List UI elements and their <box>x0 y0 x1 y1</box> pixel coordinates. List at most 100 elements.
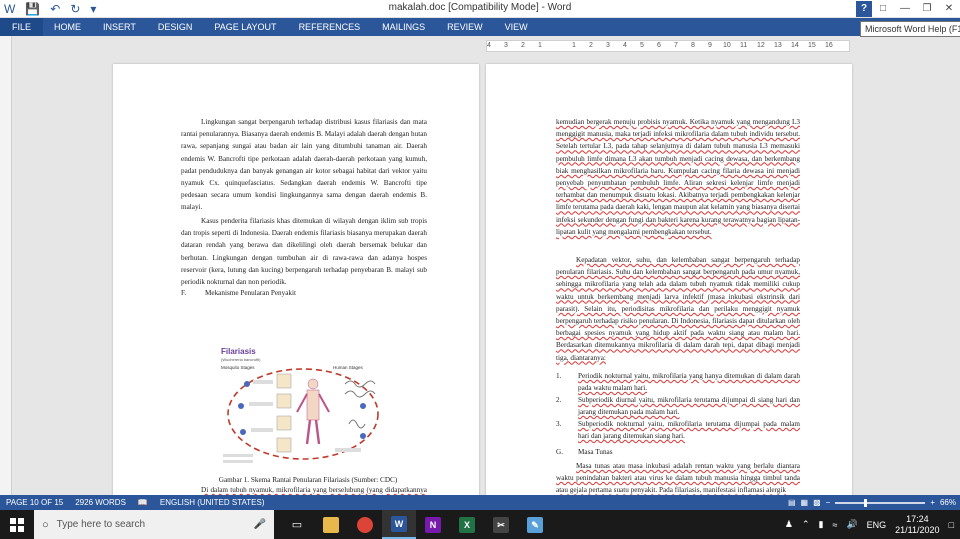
ruler-mark: 7 <box>674 42 678 49</box>
chrome-icon[interactable] <box>348 510 382 539</box>
paragraph-incubation[interactable]: Masa tunas atau masa inkubasi adalah ren… <box>556 460 800 495</box>
ribbon-tabs: FILE HOME INSERT DESIGN PAGE LAYOUT REFE… <box>0 18 960 36</box>
periodicity-list: 1. Periodik nokturnal yaitu, mikrofilari… <box>556 370 800 442</box>
tab-insert[interactable]: INSERT <box>92 18 147 36</box>
list-item-number: 1. <box>556 372 562 380</box>
paragraph-vector-density[interactable]: Kepadatan vektor, suhu, dan kelembaban s… <box>556 254 800 364</box>
ruler-mark: 6 <box>657 42 661 49</box>
tab-view[interactable]: VIEW <box>494 18 539 36</box>
page-right[interactable]: kemudian bergerak menuju probisis nyamuk… <box>486 64 852 495</box>
ruler-mark: 15 <box>808 42 816 49</box>
ruler-mark: 5 <box>640 42 644 49</box>
list-item[interactable]: 1. Periodik nokturnal yaitu, mikrofilari… <box>556 370 800 394</box>
paint-icon[interactable]: ✎ <box>518 510 552 539</box>
paragraph-infection[interactable]: kemudian bergerak menuju probisis nyamuk… <box>556 116 800 238</box>
tab-mailings[interactable]: MAILINGS <box>371 18 436 36</box>
section-letter-f: F. <box>181 289 187 297</box>
ribbon-display-icon[interactable]: □ <box>872 0 894 18</box>
people-icon[interactable]: ♟ <box>785 519 793 530</box>
print-layout-icon[interactable]: ▦ <box>801 498 809 507</box>
word-app-icon[interactable]: W <box>382 510 416 539</box>
tab-design[interactable]: DESIGN <box>147 18 204 36</box>
ruler-mark: 4 <box>487 42 491 49</box>
search-icon: ○ <box>42 518 49 531</box>
zoom-control: ▤ ▦ ▩ − + 66% <box>788 495 956 510</box>
read-mode-icon[interactable]: ▤ <box>788 498 796 507</box>
clock[interactable]: 17:24 21/11/2020 <box>895 514 939 536</box>
tab-home[interactable]: HOME <box>43 18 92 36</box>
snip-tool-icon[interactable]: ✂ <box>484 510 518 539</box>
file-explorer-icon[interactable] <box>314 510 348 539</box>
page-counter[interactable]: PAGE 10 OF 15 <box>0 495 69 510</box>
ruler-mark: 3 <box>606 42 610 49</box>
zoom-out-icon[interactable]: − <box>826 498 831 507</box>
list-item-number: 2. <box>556 396 562 404</box>
ruler-mark: 1 <box>572 42 576 49</box>
taskbar-search[interactable]: ○ Type here to search 🎤 <box>34 510 274 539</box>
show-hidden-icon[interactable]: ⌃ <box>802 519 810 530</box>
lifecycle-diagram: Filariasis (Wuchereria bancrofti) Mosqui… <box>221 347 379 463</box>
ruler-mark: 8 <box>691 42 695 49</box>
clock-time: 17:24 <box>906 513 929 524</box>
battery-icon[interactable]: ▮ <box>819 519 824 530</box>
paragraph-environment[interactable]: Lingkungan sangat berpengaruh terhadap d… <box>181 116 427 214</box>
document-area[interactable]: 4 3 2 1 1 2 3 4 5 6 7 8 9 10 11 12 13 14… <box>0 36 960 495</box>
section-heading-g[interactable]: Masa Tunas <box>578 448 613 456</box>
section-heading-f[interactable]: Mekanisme Penularan Penyakit <box>205 289 296 297</box>
list-item[interactable]: 2. Subperiodik diurnal yaitu, mikrofilar… <box>556 394 800 418</box>
paragraph-mosquito[interactable]: Di dalam tubuh nyamuk, mikrofilaria yang… <box>181 484 427 495</box>
tab-review[interactable]: REVIEW <box>436 18 494 36</box>
title-bar: W 💾 ↶ ↻ ▾ makalah.doc [Compatibility Mod… <box>0 0 960 18</box>
zoom-slider-thumb[interactable] <box>864 498 868 507</box>
web-layout-icon[interactable]: ▩ <box>813 498 821 507</box>
tab-references[interactable]: REFERENCES <box>288 18 372 36</box>
ruler-mark: 2 <box>521 42 525 49</box>
wifi-icon[interactable]: ≈ <box>832 520 837 530</box>
onenote-icon[interactable]: N <box>416 510 450 539</box>
page-left[interactable]: Lingkungan sangat berpengaruh terhadap d… <box>113 64 479 495</box>
vertical-ruler[interactable] <box>0 36 12 495</box>
volume-icon[interactable]: 🔊 <box>846 519 857 530</box>
ruler-mark: 10 <box>723 42 731 49</box>
ruler-mark: 2 <box>589 42 593 49</box>
start-button[interactable] <box>0 510 34 539</box>
excel-icon[interactable]: X <box>450 510 484 539</box>
figure-caption[interactable]: Gambar 1. Skema Rantai Penularan Filaria… <box>193 476 423 484</box>
help-button[interactable]: ? <box>856 1 872 17</box>
restore-icon[interactable]: ❐ <box>916 0 938 18</box>
ruler-mark: 3 <box>504 42 508 49</box>
ruler-mark: 13 <box>774 42 782 49</box>
close-icon[interactable]: ✕ <box>938 0 960 18</box>
figure-subtitle: (Wuchereria bancrofti) <box>221 357 261 362</box>
microphone-icon[interactable]: 🎤 <box>254 519 266 530</box>
list-item-number: 3. <box>556 420 562 428</box>
ruler-mark: 9 <box>708 42 712 49</box>
filariasis-lifecycle-figure: Filariasis (Wuchereria bancrofti) Mosqui… <box>213 344 393 469</box>
mosquito-stages-label: Mosquito Stages <box>221 365 255 370</box>
proofing-icon[interactable]: 📖 <box>132 495 154 510</box>
horizontal-ruler[interactable]: 4 3 2 1 1 2 3 4 5 6 7 8 9 10 11 12 13 14… <box>486 40 850 52</box>
zoom-in-icon[interactable]: + <box>930 498 935 507</box>
human-stages-label: Human Stages <box>333 365 364 370</box>
taskbar-apps: ▭ W N X ✂ ✎ <box>280 510 552 539</box>
windows-icon <box>10 517 24 532</box>
zoom-slider[interactable] <box>835 498 926 507</box>
list-item[interactable]: 3. Subperiodik nokturnal yaitu, mikrofil… <box>556 418 800 442</box>
notifications-icon[interactable]: □ <box>949 520 954 530</box>
language-indicator[interactable]: ENGLISH (UNITED STATES) <box>154 495 271 510</box>
paragraph-cases[interactable]: Kasus penderita filariasis khas ditemuka… <box>181 215 427 288</box>
section-letter-g: G. <box>556 448 563 456</box>
taskbar: ○ Type here to search 🎤 ▭ W N X ✂ ✎ ♟ ⌃ … <box>0 510 960 539</box>
task-view-icon[interactable]: ▭ <box>280 510 314 539</box>
tab-page-layout[interactable]: PAGE LAYOUT <box>203 18 287 36</box>
window-controls: □ — ❐ ✕ <box>872 0 960 18</box>
tab-file[interactable]: FILE <box>0 18 44 36</box>
word-count[interactable]: 2926 WORDS <box>69 495 132 510</box>
list-item-text: Subperiodik nokturnal yaitu, mikrofilari… <box>578 420 800 441</box>
ruler-mark: 14 <box>791 42 799 49</box>
language-label[interactable]: ENG <box>867 520 887 530</box>
minimize-icon[interactable]: — <box>894 0 916 18</box>
list-item-text: Subperiodik diurnal yaitu, mikrofilaria … <box>578 396 800 417</box>
zoom-level[interactable]: 66% <box>940 498 956 507</box>
ruler-mark: 16 <box>825 42 833 49</box>
